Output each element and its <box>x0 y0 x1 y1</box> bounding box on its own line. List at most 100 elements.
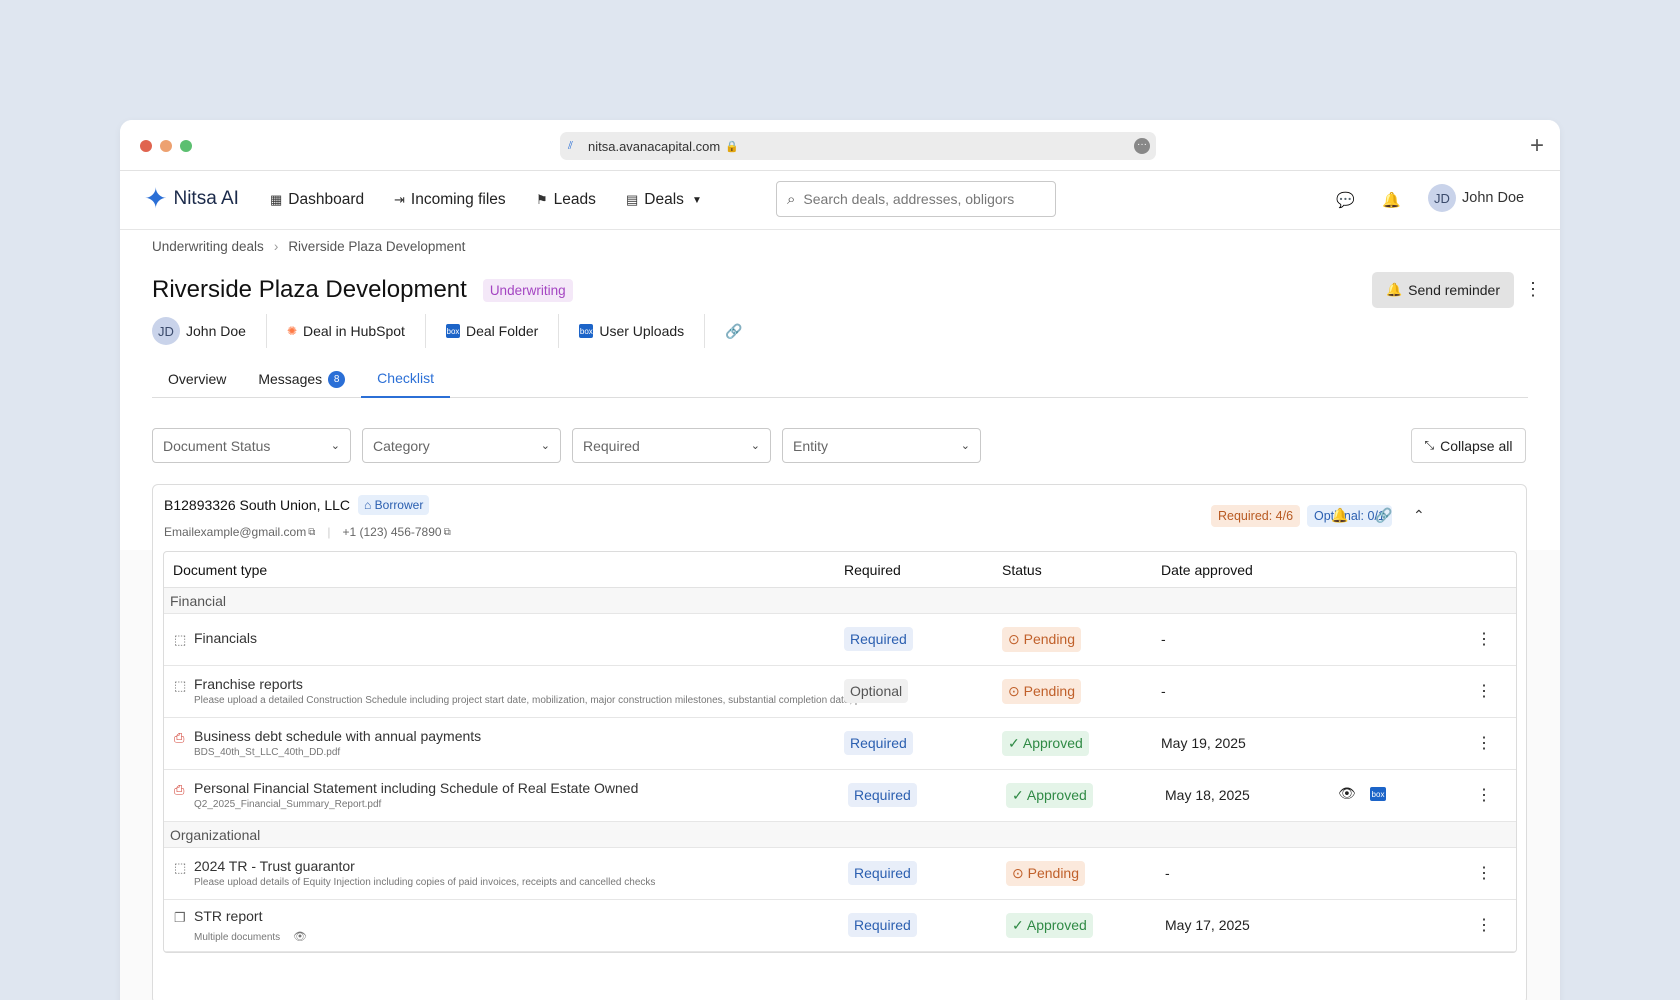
required-badge: Required <box>848 783 917 807</box>
row-more-icon[interactable]: ⋮ <box>1476 915 1492 935</box>
entity-card: B12893326 South Union, LLC ⌂ Borrower Em… <box>152 484 1527 1000</box>
table-header: Document type Required Status Date appro… <box>164 552 1516 588</box>
required-filter[interactable]: Required ⌄ <box>572 428 771 463</box>
entity-phone: +1 (123) 456-7890 <box>342 525 442 539</box>
chevron-right-icon: › <box>273 238 279 254</box>
user-uploads-link[interactable]: box User Uploads <box>559 314 706 348</box>
top-navigation: ✦ Nitsa AI ▦ Dashboard ⇥ Incoming files … <box>120 171 1560 230</box>
breadcrumb-parent[interactable]: Underwriting deals <box>152 239 264 254</box>
multiple-documents-icon: ❐ <box>174 910 186 925</box>
document-filename[interactable]: Q2_2025_Financial_Summary_Report.pdf <box>194 799 638 810</box>
nav-leads-label: Leads <box>553 191 596 208</box>
breadcrumb-current: Riverside Plaza Development <box>288 238 466 254</box>
user-menu[interactable]: JD John Doe <box>1428 184 1524 212</box>
table-row[interactable]: ⬚ Financials Required ⊙ Pending - ⋮ <box>164 614 1516 666</box>
document-filename[interactable]: BDS_40th_St_LLC_40th_DD.pdf <box>194 747 481 758</box>
search-input[interactable]: ⌕ Search deals, addresses, obligors <box>776 181 1056 217</box>
minimize-window-button[interactable] <box>160 140 172 152</box>
copy-link[interactable]: 🔗 <box>705 314 768 348</box>
document-status-filter-label: Document Status <box>163 437 271 454</box>
required-badge: Optional <box>844 679 909 703</box>
hubspot-link-label: Deal in HubSpot <box>303 323 405 339</box>
table-row[interactable]: ❐ STR report Multiple documents 👁 Requir… <box>164 900 1516 952</box>
row-more-icon[interactable]: ⋮ <box>1476 629 1492 649</box>
collapse-icon: ⤡ <box>1424 438 1435 452</box>
status-badge: ⊙ Pending <box>1002 627 1082 652</box>
status-badge: ✓ Approved <box>1002 731 1089 756</box>
chat-icon[interactable]: 💬 <box>1336 191 1355 209</box>
document-list-icon: ▤ <box>626 192 639 207</box>
table-row[interactable]: ⎙ Business debt schedule with annual pay… <box>164 718 1516 770</box>
tab-overview[interactable]: Overview <box>152 360 242 398</box>
nav-deals[interactable]: ▤ Deals ▼ <box>626 191 702 209</box>
eye-icon[interactable]: 👁 <box>1338 785 1356 802</box>
document-name: Business debt schedule with annual payme… <box>194 728 482 744</box>
date-approved: - <box>1161 631 1166 647</box>
tab-checklist[interactable]: Checklist <box>361 360 450 398</box>
new-tab-button[interactable]: + <box>1530 132 1544 160</box>
chevron-up-icon[interactable]: ⌃ <box>1413 507 1425 524</box>
tab-messages[interactable]: Messages 8 <box>242 360 361 398</box>
entity-email: Emailexample@gmail.com <box>164 525 307 539</box>
chevron-down-icon: ⌄ <box>960 440 970 452</box>
nav-leads[interactable]: ⚑ Leads <box>536 191 596 209</box>
deal-tabs: Overview Messages 8 Checklist <box>152 360 1528 398</box>
table-row[interactable]: ⎙ Personal Financial Statement including… <box>164 770 1516 822</box>
copy-icon[interactable]: ⧉ <box>308 527 315 538</box>
link-icon[interactable]: 🔗 <box>1375 507 1392 524</box>
date-approved: - <box>1165 865 1170 881</box>
brand-logo[interactable]: ✦ Nitsa AI <box>144 185 239 213</box>
maximize-window-button[interactable] <box>180 140 192 152</box>
avatar: JD <box>1428 184 1456 212</box>
chevron-down-icon: ⌄ <box>540 440 550 452</box>
deal-folder-link[interactable]: box Deal Folder <box>426 314 560 348</box>
box-icon[interactable]: box <box>1370 787 1386 801</box>
nav-dashboard[interactable]: ▦ Dashboard <box>270 191 364 209</box>
stage-badge: Underwriting <box>482 278 573 302</box>
more-actions-icon[interactable]: ⋮ <box>1524 280 1542 298</box>
tab-checklist-label: Checklist <box>377 370 434 386</box>
file-pending-icon: ⬚ <box>174 860 187 875</box>
copy-icon[interactable]: ⧉ <box>444 527 451 538</box>
document-name: Personal Financial Statement including S… <box>194 780 639 796</box>
table-row[interactable]: ⬚ 2024 TR - Trust guarantor Please uploa… <box>164 848 1516 900</box>
category-filter[interactable]: Category ⌄ <box>362 428 561 463</box>
bank-icon: ⌂ <box>364 498 375 512</box>
site-favicon-icon: ⫽ <box>568 139 573 152</box>
required-progress-badge: Required: 4/6 <box>1211 505 1301 527</box>
table-row[interactable]: ⬚ Franchise reports Please upload a deta… <box>164 666 1516 718</box>
status-label: Pending <box>1023 631 1076 647</box>
required-filter-label: Required <box>583 437 640 454</box>
bell-icon: 🔔 <box>1385 282 1403 297</box>
link-icon: 🔗 <box>725 322 743 339</box>
nav-incoming-files[interactable]: ⇥ Incoming files <box>394 191 506 209</box>
bell-icon[interactable]: 🔔 <box>1331 507 1348 524</box>
brand-name: Nitsa AI <box>173 188 239 209</box>
document-name: Franchise reports <box>194 676 303 692</box>
row-more-icon[interactable]: ⋮ <box>1476 733 1492 753</box>
document-cell: ⬚ Franchise reports Please upload a deta… <box>174 676 874 706</box>
row-more-icon[interactable]: ⋮ <box>1476 681 1492 701</box>
group-organizational: Organizational <box>164 822 1516 848</box>
bell-icon[interactable]: 🔔 <box>1382 191 1401 209</box>
row-more-icon[interactable]: ⋮ <box>1476 863 1492 883</box>
close-window-button[interactable] <box>140 140 152 152</box>
row-more-icon[interactable]: ⋮ <box>1476 785 1492 805</box>
document-cell: ⎙ Personal Financial Statement including… <box>174 780 638 810</box>
status-badge: ✓ Approved <box>1006 913 1093 938</box>
eye-icon[interactable]: 👁 <box>293 931 307 943</box>
entity-filter[interactable]: Entity ⌄ <box>782 428 981 463</box>
deal-owner[interactable]: JD John Doe <box>152 314 267 348</box>
sparkle-logo-icon: ✦ <box>144 183 168 214</box>
address-bar[interactable]: ⫽ nitsa.avanacapital.com 🔒 ··· <box>560 132 1156 160</box>
category-filter-label: Category <box>373 437 430 454</box>
hubspot-link[interactable]: ✺ Deal in HubSpot <box>267 314 426 348</box>
browser-chrome: ⫽ nitsa.avanacapital.com 🔒 ··· + <box>120 120 1560 171</box>
send-reminder-button[interactable]: 🔔 Send reminder <box>1372 272 1514 308</box>
collapse-all-button[interactable]: ⤡ Collapse all <box>1411 428 1526 463</box>
grid-icon: ▦ <box>270 192 283 207</box>
divider: | <box>327 525 331 539</box>
more-options-icon[interactable]: ··· <box>1134 138 1150 154</box>
nav-deals-label: Deals <box>644 191 684 208</box>
document-status-filter[interactable]: Document Status ⌄ <box>152 428 351 463</box>
